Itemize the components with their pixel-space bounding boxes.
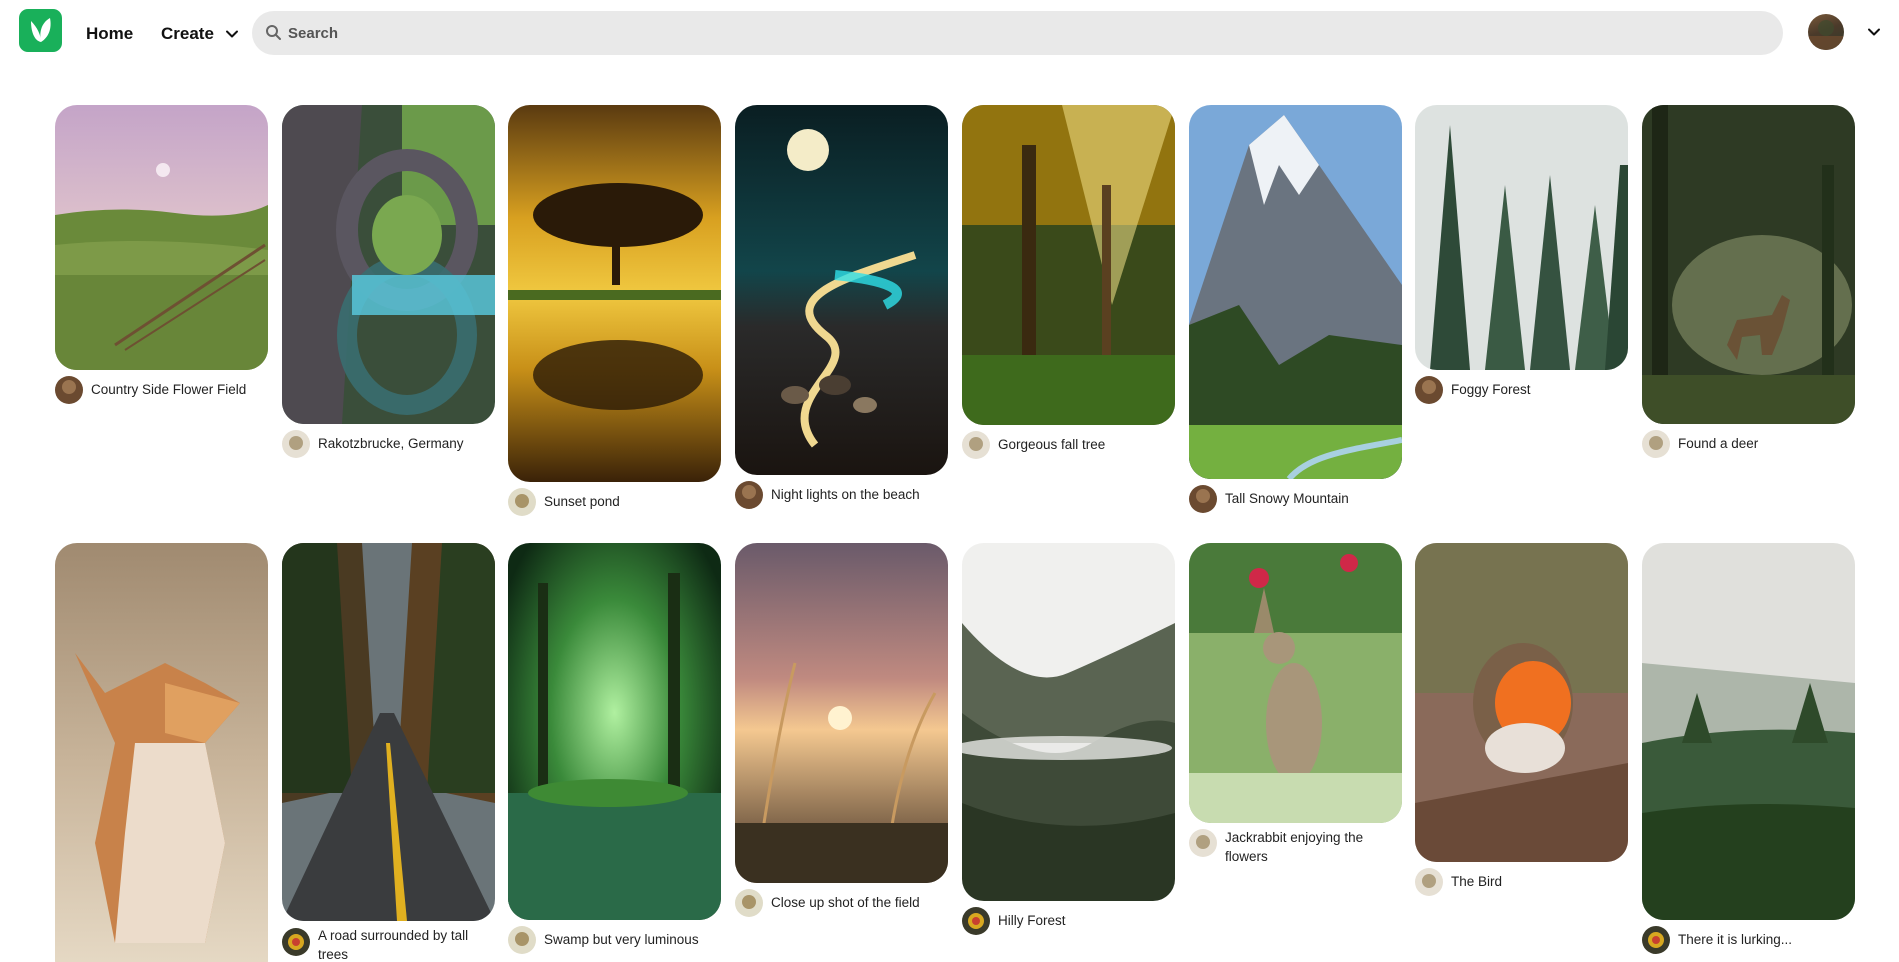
pin-image[interactable] [1642, 543, 1855, 920]
pin-avatar[interactable] [508, 488, 536, 516]
top-bar: Home Create [0, 0, 1899, 64]
pin-title[interactable]: Country Side Flower Field [91, 380, 261, 399]
pin-avatar[interactable] [962, 907, 990, 935]
pin-avatar[interactable] [1642, 430, 1670, 458]
pin-title[interactable]: Rakotzbrucke, Germany [318, 434, 488, 453]
search-input[interactable] [288, 11, 1758, 55]
pin-image[interactable] [962, 105, 1175, 425]
pin-avatar[interactable] [282, 928, 310, 956]
pin-image[interactable] [1642, 105, 1855, 424]
pin-title[interactable]: Foggy Forest [1451, 380, 1621, 399]
pin-title[interactable]: Swamp but very luminous [544, 930, 714, 949]
nav-home-link[interactable]: Home [86, 24, 133, 44]
pin-avatar[interactable] [1415, 376, 1443, 404]
pin-title[interactable]: Jackrabbit enjoying the flowers [1225, 828, 1395, 866]
pin-title[interactable]: Gorgeous fall tree [998, 435, 1168, 454]
pin-avatar[interactable] [55, 376, 83, 404]
pin-title[interactable]: Sunset pond [544, 492, 714, 511]
pin-title[interactable]: Found a deer [1678, 434, 1848, 453]
pin-image[interactable] [735, 105, 948, 475]
pin-image[interactable] [1189, 543, 1402, 823]
pin-avatar[interactable] [735, 481, 763, 509]
search-icon [266, 25, 281, 40]
pin-avatar[interactable] [508, 926, 536, 954]
pin-image[interactable] [1415, 543, 1628, 862]
search-bar[interactable] [252, 11, 1783, 55]
pin-image[interactable] [282, 105, 495, 424]
pin-title[interactable]: The Bird [1451, 872, 1621, 891]
account-avatar[interactable] [1808, 14, 1844, 50]
pin-avatar[interactable] [962, 431, 990, 459]
nav-create-link[interactable]: Create [161, 24, 214, 44]
pin-avatar[interactable] [1189, 485, 1217, 513]
pin-image[interactable] [282, 543, 495, 921]
pin-avatar[interactable] [1415, 868, 1443, 896]
pin-image[interactable] [1415, 105, 1628, 370]
pin-image[interactable] [1189, 105, 1402, 479]
pin-title[interactable]: Hilly Forest [998, 911, 1168, 930]
leaf-logo-icon[interactable] [19, 9, 62, 52]
chevron-down-icon[interactable] [224, 26, 240, 42]
pin-image[interactable] [508, 543, 721, 920]
pin-title[interactable]: Close up shot of the field [771, 893, 941, 912]
pin-title[interactable]: Night lights on the beach [771, 485, 941, 504]
pin-avatar[interactable] [735, 889, 763, 917]
pin-avatar[interactable] [1642, 926, 1670, 954]
pin-title[interactable]: There it is lurking... [1678, 930, 1848, 949]
pin-image[interactable] [55, 105, 268, 370]
pin-image[interactable] [962, 543, 1175, 901]
pin-image[interactable] [735, 543, 948, 883]
pin-image[interactable] [508, 105, 721, 482]
pin-title[interactable]: Tall Snowy Mountain [1225, 489, 1395, 508]
pin-avatar[interactable] [282, 430, 310, 458]
pin-avatar[interactable] [1189, 829, 1217, 857]
pin-title[interactable]: A road surrounded by tall trees [318, 926, 488, 962]
chevron-down-icon[interactable] [1866, 24, 1882, 40]
pin-image[interactable] [55, 543, 268, 962]
